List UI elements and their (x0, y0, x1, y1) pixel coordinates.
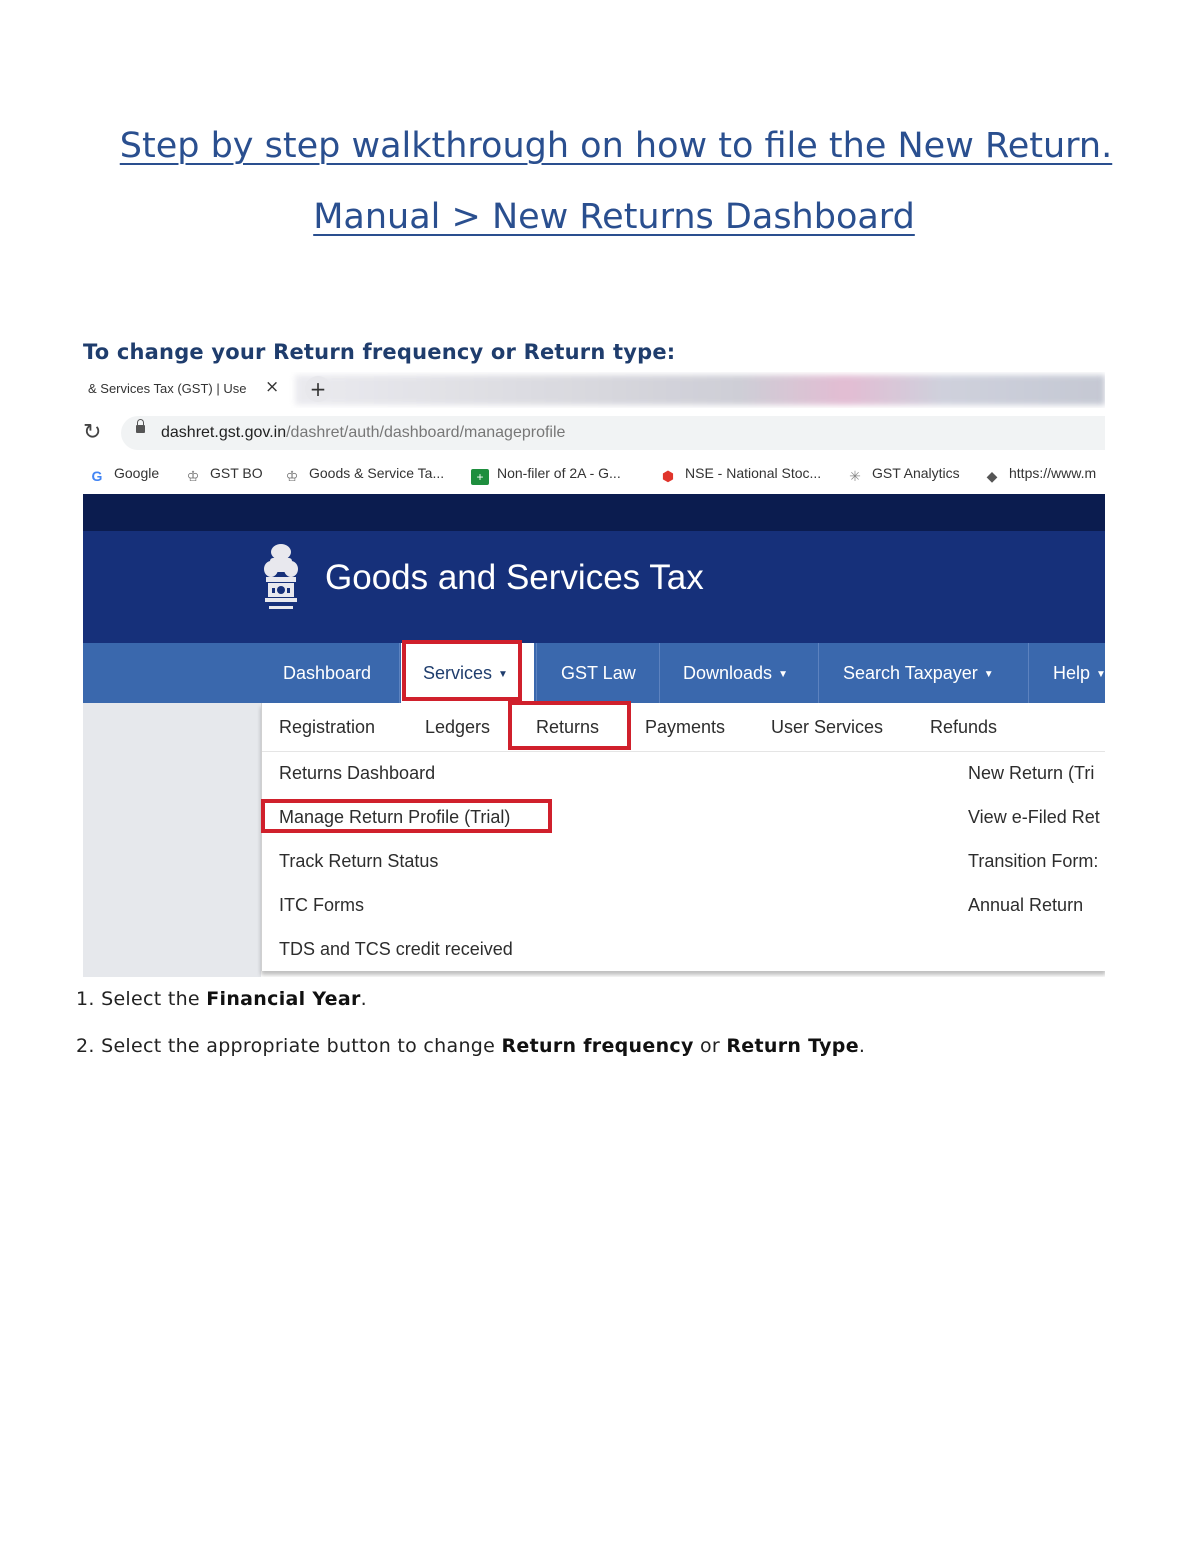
browser-tab-bar: & Services Tax (GST) | Use × + (83, 372, 1105, 408)
menu-tds-tcs-credit[interactable]: TDS and TCS credit received (279, 939, 513, 960)
emblem-icon: ♔ (186, 468, 200, 484)
left-background (83, 703, 261, 977)
menu-track-return-status[interactable]: Track Return Status (279, 851, 438, 872)
document-title-line-1: Step by step walkthrough on how to file … (119, 126, 1113, 166)
step-1: 1. Select the Financial Year. (76, 988, 367, 1010)
browser-address-bar: ↻ dashret.gst.gov.in/dashret/auth/dashbo… (83, 408, 1105, 456)
highlight-services (402, 640, 522, 701)
highlight-returns (508, 701, 631, 750)
emblem-icon (264, 544, 298, 609)
tab-close-icon[interactable]: × (265, 377, 279, 397)
step-2: 2. Select the appropriate button to chan… (76, 1035, 866, 1057)
url-text: dashret.gst.gov.in/dashret/auth/dashboar… (161, 424, 566, 441)
emblem-icon: ♔ (285, 468, 299, 484)
subnav-payments[interactable]: Payments (645, 717, 725, 738)
nav-search-taxpayer[interactable]: Search Taxpayer ▼ (843, 643, 994, 703)
menu-view-efiled-returns[interactable]: View e-Filed Ret (968, 807, 1100, 828)
gst-site-title[interactable]: Goods and Services Tax (325, 558, 704, 598)
section-heading: To change your Return frequency or Retur… (83, 340, 676, 364)
caret-down-icon: ▼ (778, 669, 788, 680)
nav-divider (536, 643, 537, 703)
analytics-icon: ✳ (849, 468, 861, 484)
new-tab-icon[interactable]: + (305, 376, 331, 402)
reload-icon[interactable]: ↻ (83, 420, 101, 445)
sheets-icon: + (471, 469, 489, 485)
bookmark-goods-service-tax[interactable]: ♔ Goods & Service Ta... (283, 465, 444, 484)
bookmark-link[interactable]: ◆ https://www.m (983, 465, 1097, 484)
bookmarks-bar: G Google ♔ GST BO ♔ Goods & Service Ta... +… (83, 456, 1105, 495)
lock-icon (136, 419, 145, 433)
nse-icon: ⬢ (661, 468, 675, 484)
nav-divider (1028, 643, 1029, 703)
bookmark-google[interactable]: G Google (88, 465, 160, 484)
menu-transition-forms[interactable]: Transition Form: (968, 851, 1098, 872)
gst-main-nav: Dashboard Services ▼ GST Law Downloads ▼ S… (83, 643, 1105, 703)
nav-downloads[interactable]: Downloads ▼ (683, 643, 788, 703)
nav-divider (818, 643, 819, 703)
subnav-ledgers[interactable]: Ledgers (425, 717, 490, 738)
caret-down-icon: ▼ (1096, 669, 1105, 680)
google-icon: G (91, 468, 103, 484)
bookmark-gst-analytics[interactable]: ✳ GST Analytics (846, 465, 960, 484)
document-title-line-2: Manual > New Returns Dashboard (313, 197, 915, 237)
nav-divider (659, 643, 660, 703)
url-field[interactable]: dashret.gst.gov.in/dashret/auth/dashboar… (121, 416, 1105, 450)
bookmark-gst-bo[interactable]: ♔ GST BO (184, 465, 263, 484)
bookmark-nse[interactable]: ⬢ NSE - National Stoc... (659, 465, 821, 484)
menu-returns-dashboard[interactable]: Returns Dashboard (279, 763, 435, 784)
screenshot-figure: & Services Tax (GST) | Use × + ↻ dashret… (83, 372, 1105, 977)
highlight-manage-return-profile (261, 799, 552, 833)
subnav-refunds[interactable]: Refunds (930, 717, 997, 738)
services-subnav: Registration Ledgers Returns Payments Us… (262, 703, 1105, 752)
subnav-user-services[interactable]: User Services (771, 717, 883, 738)
nav-help[interactable]: Help ▼ (1053, 643, 1105, 703)
link-icon: ◆ (986, 468, 998, 484)
caret-down-icon: ▼ (983, 669, 994, 680)
services-dropdown: Registration Ledgers Returns Payments Us… (261, 703, 1105, 971)
browser-tab-title[interactable]: & Services Tax (GST) | Use (88, 381, 246, 396)
menu-annual-return[interactable]: Annual Return (968, 895, 1083, 916)
subnav-registration[interactable]: Registration (279, 717, 375, 738)
menu-new-return[interactable]: New Return (Tri (968, 763, 1094, 784)
nav-divider (399, 643, 400, 703)
gst-header: Goods and Services Tax (83, 531, 1105, 643)
gst-top-strip (83, 494, 1105, 531)
blurred-tabs (295, 375, 1105, 405)
nav-dashboard[interactable]: Dashboard (283, 643, 371, 703)
menu-itc-forms[interactable]: ITC Forms (279, 895, 364, 916)
nav-gst-law[interactable]: GST Law (561, 643, 636, 703)
bookmark-non-filer[interactable]: + Non-filer of 2A - G... (471, 465, 621, 485)
